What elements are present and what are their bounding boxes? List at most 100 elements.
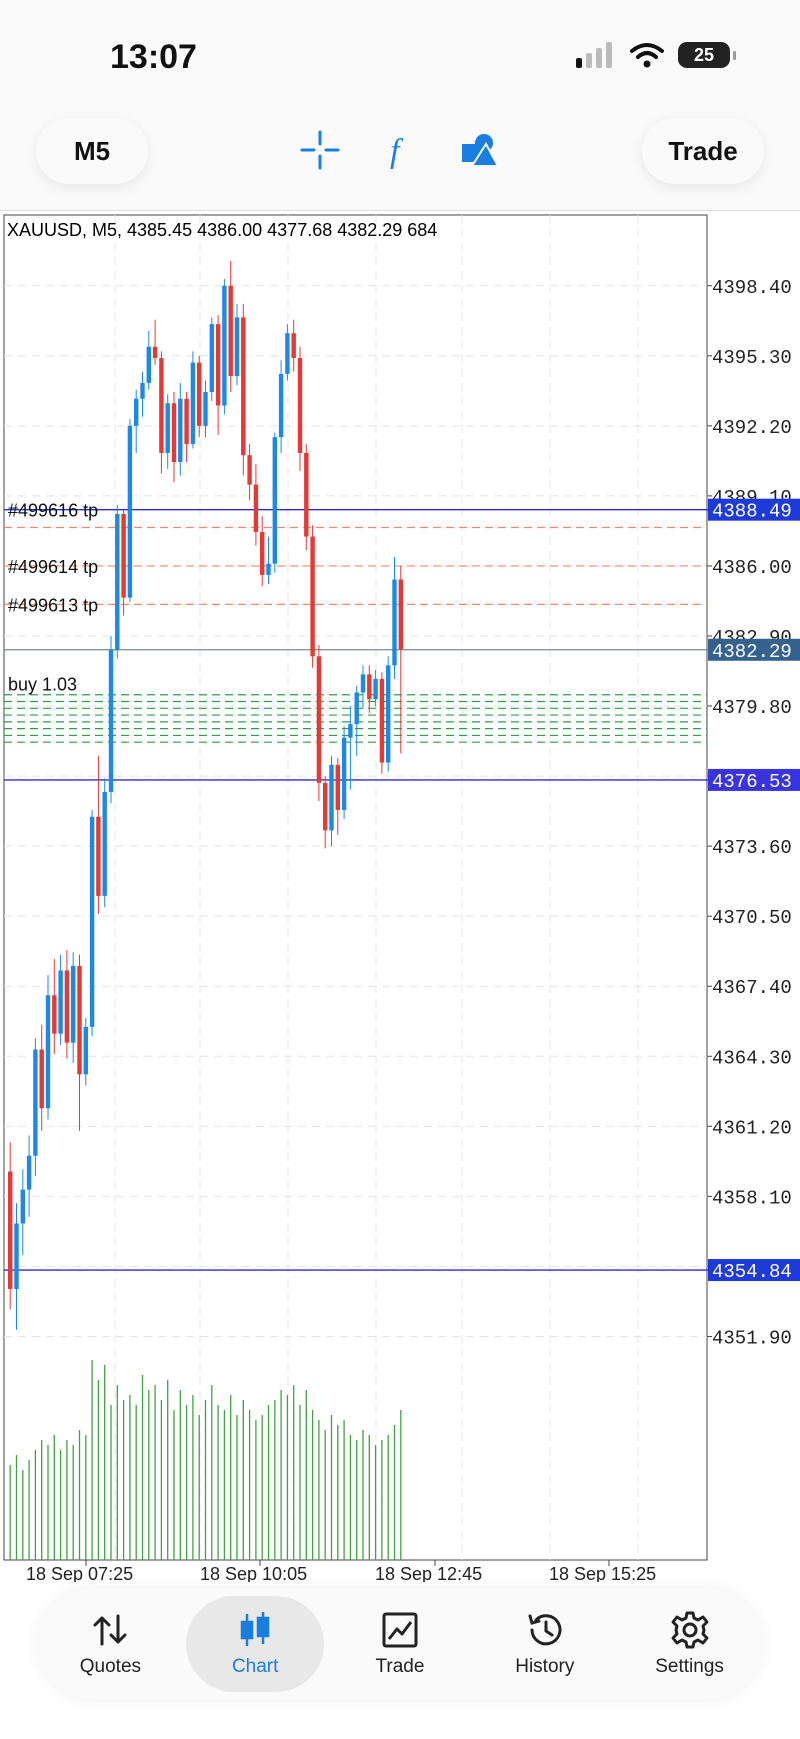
candle-body [197,362,202,426]
candle-body [134,398,139,426]
timeframe-button[interactable]: M5 [36,118,148,184]
price-tick-label: 4364.30 [712,1047,792,1069]
candle-body [184,398,189,444]
time-tick-label: 18 Sep 07:25 [26,1564,133,1582]
candles-icon [240,1612,270,1646]
candle-body [379,678,385,763]
candle-body [373,678,378,700]
candle-body [329,764,334,831]
candle-body [146,346,151,383]
price-tag-label: 4388.49 [712,501,792,523]
candles [8,260,403,1330]
candle-body [64,970,70,1043]
candle-body [323,782,328,831]
candle-body [367,674,372,700]
candle-body [266,563,271,575]
clock: 13:07 [110,38,197,76]
candle-body [121,513,126,598]
nav-trade-label: Trade [375,1656,425,1677]
candle-body [228,285,233,377]
candle-body [354,692,359,725]
order-labels: #499616 tp #499614 tp #499613 tp buy 1.03 [8,501,98,695]
candle-body [398,579,403,650]
candle-body [316,656,322,783]
candle-body [171,403,177,462]
price-tick-label: 4358.10 [712,1187,792,1209]
candle-body [178,398,183,462]
candle-body [159,358,164,453]
nav-quotes[interactable]: Quotes [41,1596,179,1692]
indicator-f-icon[interactable]: f [380,130,420,170]
nav-settings[interactable]: Settings [621,1596,759,1692]
candle-body [348,724,353,738]
wifi-icon [630,43,664,68]
price-tick-label: 4351.90 [712,1327,792,1349]
price-axis: 4398.404395.304392.204389.104386.004382.… [707,277,800,1349]
volume-bars [9,1360,402,1560]
candle-body [234,317,240,377]
candle-body [140,382,145,399]
candle-body [165,403,170,453]
history-clock-icon [528,1614,562,1646]
candle-body [278,373,284,438]
candle-body [215,324,221,406]
status-bar: 13:07 25 [0,0,800,100]
nav-chart-label: Chart [231,1656,279,1677]
nav-chart[interactable]: Chart [186,1596,325,1692]
candle-body [222,285,227,406]
candle-body [386,665,391,763]
candle-body [52,995,57,1034]
crosshair-icon[interactable] [300,130,340,170]
candle-body [335,764,340,810]
candle-body [190,362,196,444]
price-tick-label: 4398.40 [712,277,792,299]
candle-body [260,532,265,575]
candle-body [33,1049,38,1156]
tp-label: #499614 tp [8,557,98,577]
objects-icon[interactable] [460,130,500,170]
chart-toolbar: M5 f Trade [0,100,800,211]
candle-body [310,536,315,657]
candle-body [115,513,120,650]
candle-body [102,791,107,896]
quotes-arrows-icon [93,1614,127,1646]
price-tick-label: 4392.20 [712,417,792,439]
buy-label: buy 1.03 [8,675,77,695]
price-chart[interactable]: 4398.40 4395.30 4392.20 4389.10 4386.00 4382.… [0,212,800,1584]
candle-body [8,1171,13,1290]
candle-body [127,425,133,598]
candle-body [71,965,76,1043]
nav-history-label: History [515,1656,575,1677]
candle-body [360,674,366,693]
candle-body [77,965,82,1075]
plot-frame [3,214,708,1561]
price-tick-label: 4361.20 [712,1117,792,1139]
candle-body [96,816,101,896]
trade-button[interactable]: Trade [642,118,764,184]
nav-trade[interactable]: Trade [331,1596,469,1692]
price-tick-label: 4370.50 [712,907,792,929]
candle-body [108,649,114,792]
candle-body [152,346,158,359]
nav-settings-label: Settings [655,1656,724,1677]
candle-body [341,737,347,810]
battery-icon: 25 [678,42,736,68]
bottom-navigation: Quotes Chart Trade History Settings [38,1588,762,1700]
price-tick-label: 4379.80 [712,697,792,719]
chart-canvas[interactable]: 4398.404395.304392.204389.104386.004382.… [0,212,800,1584]
chart-header: XAUUSD, M5, 4385.45 4386.00 4377.68 4382… [7,220,437,240]
svg-text:f: f [390,133,404,170]
candle-body [26,1155,32,1190]
price-tag-label: 4354.84 [712,1261,792,1283]
nav-history[interactable]: History [476,1596,614,1692]
price-tag-label: 4376.53 [712,771,792,793]
time-axis: 18 Sep 07:25 18 Sep 10:05 18 Sep 12:45 18 S… [26,1560,656,1584]
trade-chart-icon [382,1612,418,1648]
price-tick-label: 4373.60 [712,837,792,859]
candle-body [392,579,397,666]
candle-body [304,452,309,537]
price-tick-label: 4395.30 [712,347,792,369]
tool-icons: f [300,130,500,170]
price-tag-label: 4382.29 [712,641,792,663]
candle-body [272,437,277,564]
